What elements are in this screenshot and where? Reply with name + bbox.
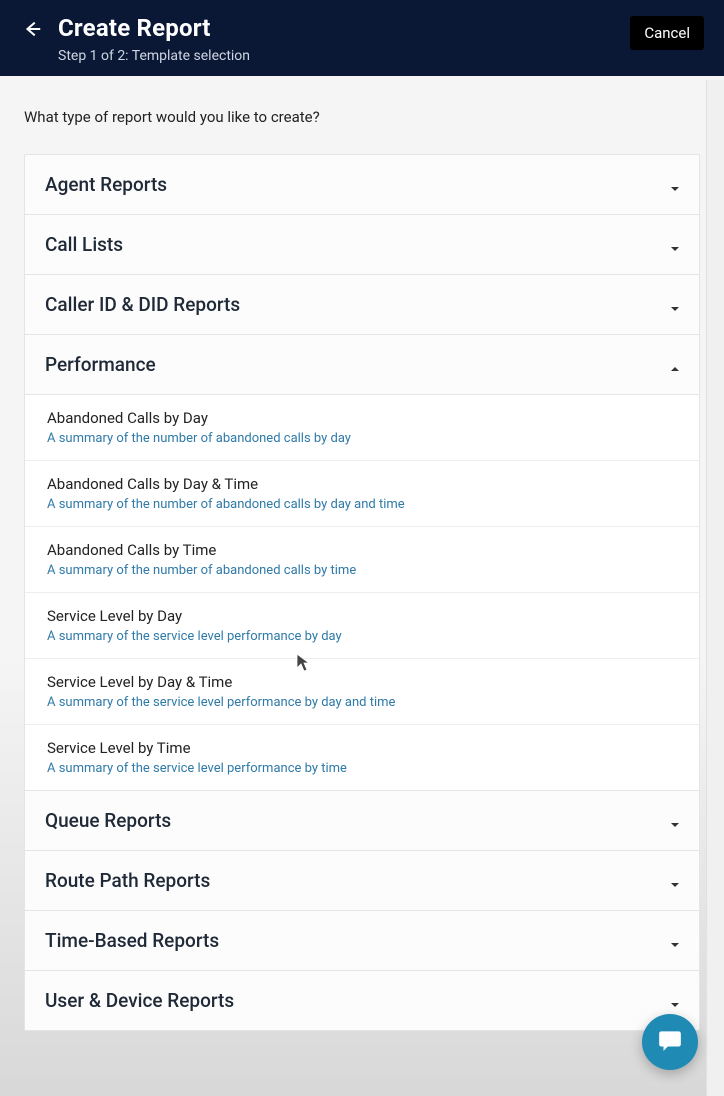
item-description: A summary of the service level performan…: [47, 629, 677, 644]
app-header: Create Report Step 1 of 2: Template sele…: [0, 0, 724, 76]
section-title: Caller ID & DID Reports: [45, 293, 240, 316]
item-description: A summary of the service level performan…: [47, 695, 677, 710]
chevron-down-icon: [669, 300, 679, 310]
section-title: Time-Based Reports: [45, 929, 219, 952]
page-subtitle: Step 1 of 2: Template selection: [58, 48, 250, 64]
chevron-down-icon: [669, 180, 679, 190]
prompt-text: What type of report would you like to cr…: [24, 108, 700, 126]
page-title: Create Report: [58, 14, 250, 42]
chevron-up-icon: [669, 360, 679, 370]
item-title: Service Level by Day & Time: [47, 673, 677, 691]
back-arrow-icon[interactable]: [20, 14, 44, 42]
section-header[interactable]: Call Lists: [25, 215, 699, 275]
chevron-down-icon: [669, 240, 679, 250]
section-title: User & Device Reports: [45, 989, 234, 1012]
chat-fab-button[interactable]: [642, 1014, 698, 1070]
item-description: A summary of the number of abandoned cal…: [47, 497, 677, 512]
section-header[interactable]: Queue Reports: [25, 791, 699, 851]
section-header[interactable]: Time-Based Reports: [25, 911, 699, 971]
item-title: Service Level by Time: [47, 739, 677, 757]
section-header[interactable]: User & Device Reports: [25, 971, 699, 1030]
report-template-item[interactable]: Service Level by Day A summary of the ser…: [25, 593, 699, 659]
chevron-down-icon: [669, 996, 679, 1006]
section-header[interactable]: Performance: [25, 335, 699, 395]
section-title: Performance: [45, 353, 156, 376]
report-template-item[interactable]: Service Level by Time A summary of the se…: [25, 725, 699, 791]
section-items: Abandoned Calls by Day A summary of the n…: [25, 395, 699, 791]
chevron-down-icon: [669, 816, 679, 826]
item-title: Service Level by Day: [47, 607, 677, 625]
item-description: A summary of the number of abandoned cal…: [47, 431, 677, 446]
item-title: Abandoned Calls by Day: [47, 409, 677, 427]
section-title: Queue Reports: [45, 809, 171, 832]
section-title: Call Lists: [45, 233, 123, 256]
chat-icon: [657, 1027, 683, 1057]
report-template-item[interactable]: Abandoned Calls by Time A summary of the …: [25, 527, 699, 593]
item-description: A summary of the service level performan…: [47, 761, 677, 776]
content-area: What type of report would you like to cr…: [0, 76, 724, 1055]
chevron-down-icon: [669, 936, 679, 946]
chevron-down-icon: [669, 876, 679, 886]
section-title: Route Path Reports: [45, 869, 210, 892]
item-title: Abandoned Calls by Time: [47, 541, 677, 559]
scrollbar[interactable]: [706, 80, 724, 1096]
section-header[interactable]: Route Path Reports: [25, 851, 699, 911]
header-left: Create Report Step 1 of 2: Template sele…: [20, 14, 250, 64]
section-title: Agent Reports: [45, 173, 167, 196]
item-description: A summary of the number of abandoned cal…: [47, 563, 677, 578]
report-template-item[interactable]: Abandoned Calls by Day & Time A summary o…: [25, 461, 699, 527]
report-template-item[interactable]: Abandoned Calls by Day A summary of the n…: [25, 395, 699, 461]
cancel-button[interactable]: Cancel: [630, 16, 704, 50]
report-type-accordion: Agent Reports Call Lists Caller ID & DID R…: [24, 154, 700, 1031]
item-title: Abandoned Calls by Day & Time: [47, 475, 677, 493]
section-header[interactable]: Agent Reports: [25, 155, 699, 215]
section-header[interactable]: Caller ID & DID Reports: [25, 275, 699, 335]
report-template-item[interactable]: Service Level by Day & Time A summary of …: [25, 659, 699, 725]
title-block: Create Report Step 1 of 2: Template sele…: [58, 14, 250, 64]
